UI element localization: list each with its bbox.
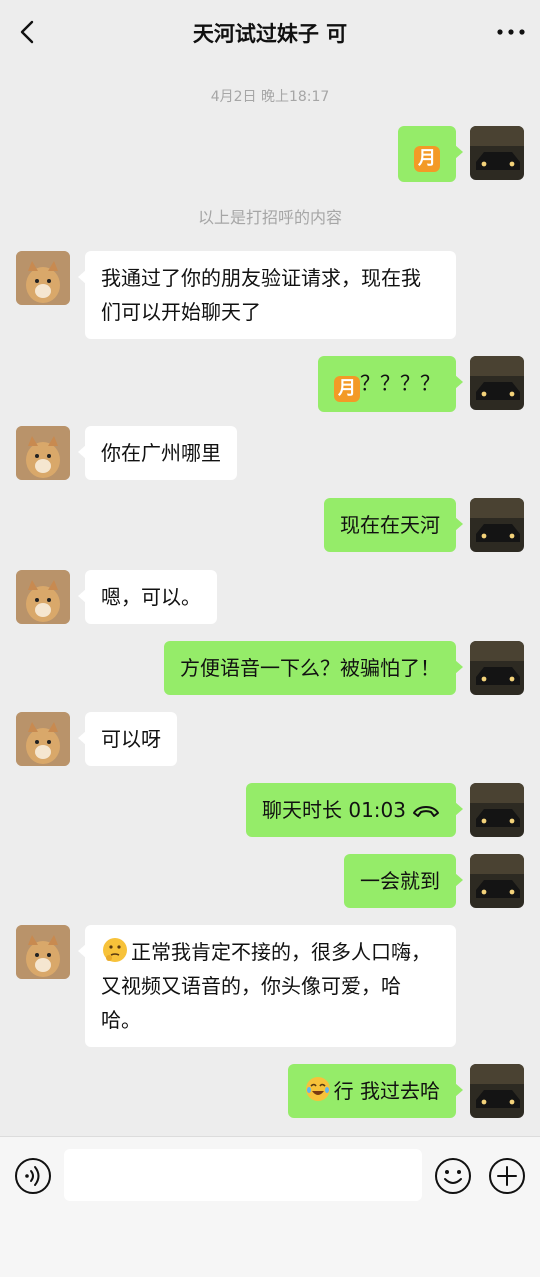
voice-icon[interactable] xyxy=(14,1157,52,1195)
my-avatar[interactable] xyxy=(470,641,524,695)
system-notice: 以上是打招呼的内容 xyxy=(197,208,342,227)
phone-hangup-icon xyxy=(413,806,439,817)
message-text: ？？？？ xyxy=(360,371,440,395)
message-bubble-them[interactable]: 我通过了你的朋友验证请求，现在我们可以开始聊天了 xyxy=(78,251,456,339)
moon-emoji: 月 xyxy=(414,146,440,172)
chat-header: 天河试过妹子 可 xyxy=(0,0,540,64)
message-bubble-me[interactable]: 月？？？？ xyxy=(318,356,463,412)
thinking-face-icon xyxy=(103,938,127,962)
message-bubble-them[interactable]: 正常我肯定不接的，很多人口嗨，又视频又语音的，你头像可爱，哈哈。 xyxy=(78,925,456,1047)
contact-avatar[interactable] xyxy=(16,570,70,624)
contact-avatar[interactable] xyxy=(16,426,70,480)
message-bubble-me[interactable]: 方便语音一下么？被骗怕了！ xyxy=(164,641,463,695)
message-bubble-me[interactable]: 一会就到 xyxy=(344,854,463,908)
my-avatar[interactable] xyxy=(470,498,524,552)
timestamp: 4月2日 晚上18:17 xyxy=(210,89,330,105)
message-bubble-them[interactable]: 嗯，可以。 xyxy=(78,570,217,624)
call-duration-text: 聊天时长 01:03 xyxy=(262,798,406,822)
message-text: 行 我过去哈 xyxy=(333,1079,440,1103)
contact-avatar[interactable] xyxy=(16,925,70,979)
my-avatar[interactable] xyxy=(470,1064,524,1118)
message-text: 正常我肯定不接的，很多人口嗨，又视频又语音的，你头像可爱，哈哈。 xyxy=(101,940,431,1032)
message-list[interactable]: 4月2日 晚上18:17 月 以上是打招呼的内容 我通过了你的朋友验证请求，现在… xyxy=(0,64,540,1136)
my-avatar[interactable] xyxy=(470,783,524,837)
laughing-tears-face-icon xyxy=(305,1077,330,1101)
moon-emoji: 月 xyxy=(334,376,360,402)
plus-circle-icon[interactable] xyxy=(488,1157,526,1195)
message-input[interactable] xyxy=(64,1149,422,1201)
smiley-icon[interactable] xyxy=(434,1157,472,1195)
more-dots-icon[interactable] xyxy=(494,18,528,46)
message-bubble-me[interactable]: 月 xyxy=(398,126,463,182)
my-avatar[interactable] xyxy=(470,854,524,908)
message-bubble-them[interactable]: 可以呀 xyxy=(78,712,177,766)
contact-avatar[interactable] xyxy=(16,712,70,766)
chat-title: 天河试过妹子 可 xyxy=(192,22,348,46)
my-avatar[interactable] xyxy=(470,356,524,410)
message-bubble-me[interactable]: 现在在天河 xyxy=(324,498,463,552)
message-bubble-me[interactable]: 行 我过去哈 xyxy=(287,1064,464,1118)
chat-input-bar xyxy=(0,1136,540,1277)
voice-call-record[interactable]: 聊天时长 01:03 xyxy=(246,783,463,837)
my-avatar[interactable] xyxy=(470,126,524,180)
contact-avatar[interactable] xyxy=(16,251,70,305)
message-bubble-them[interactable]: 你在广州哪里 xyxy=(78,426,237,480)
